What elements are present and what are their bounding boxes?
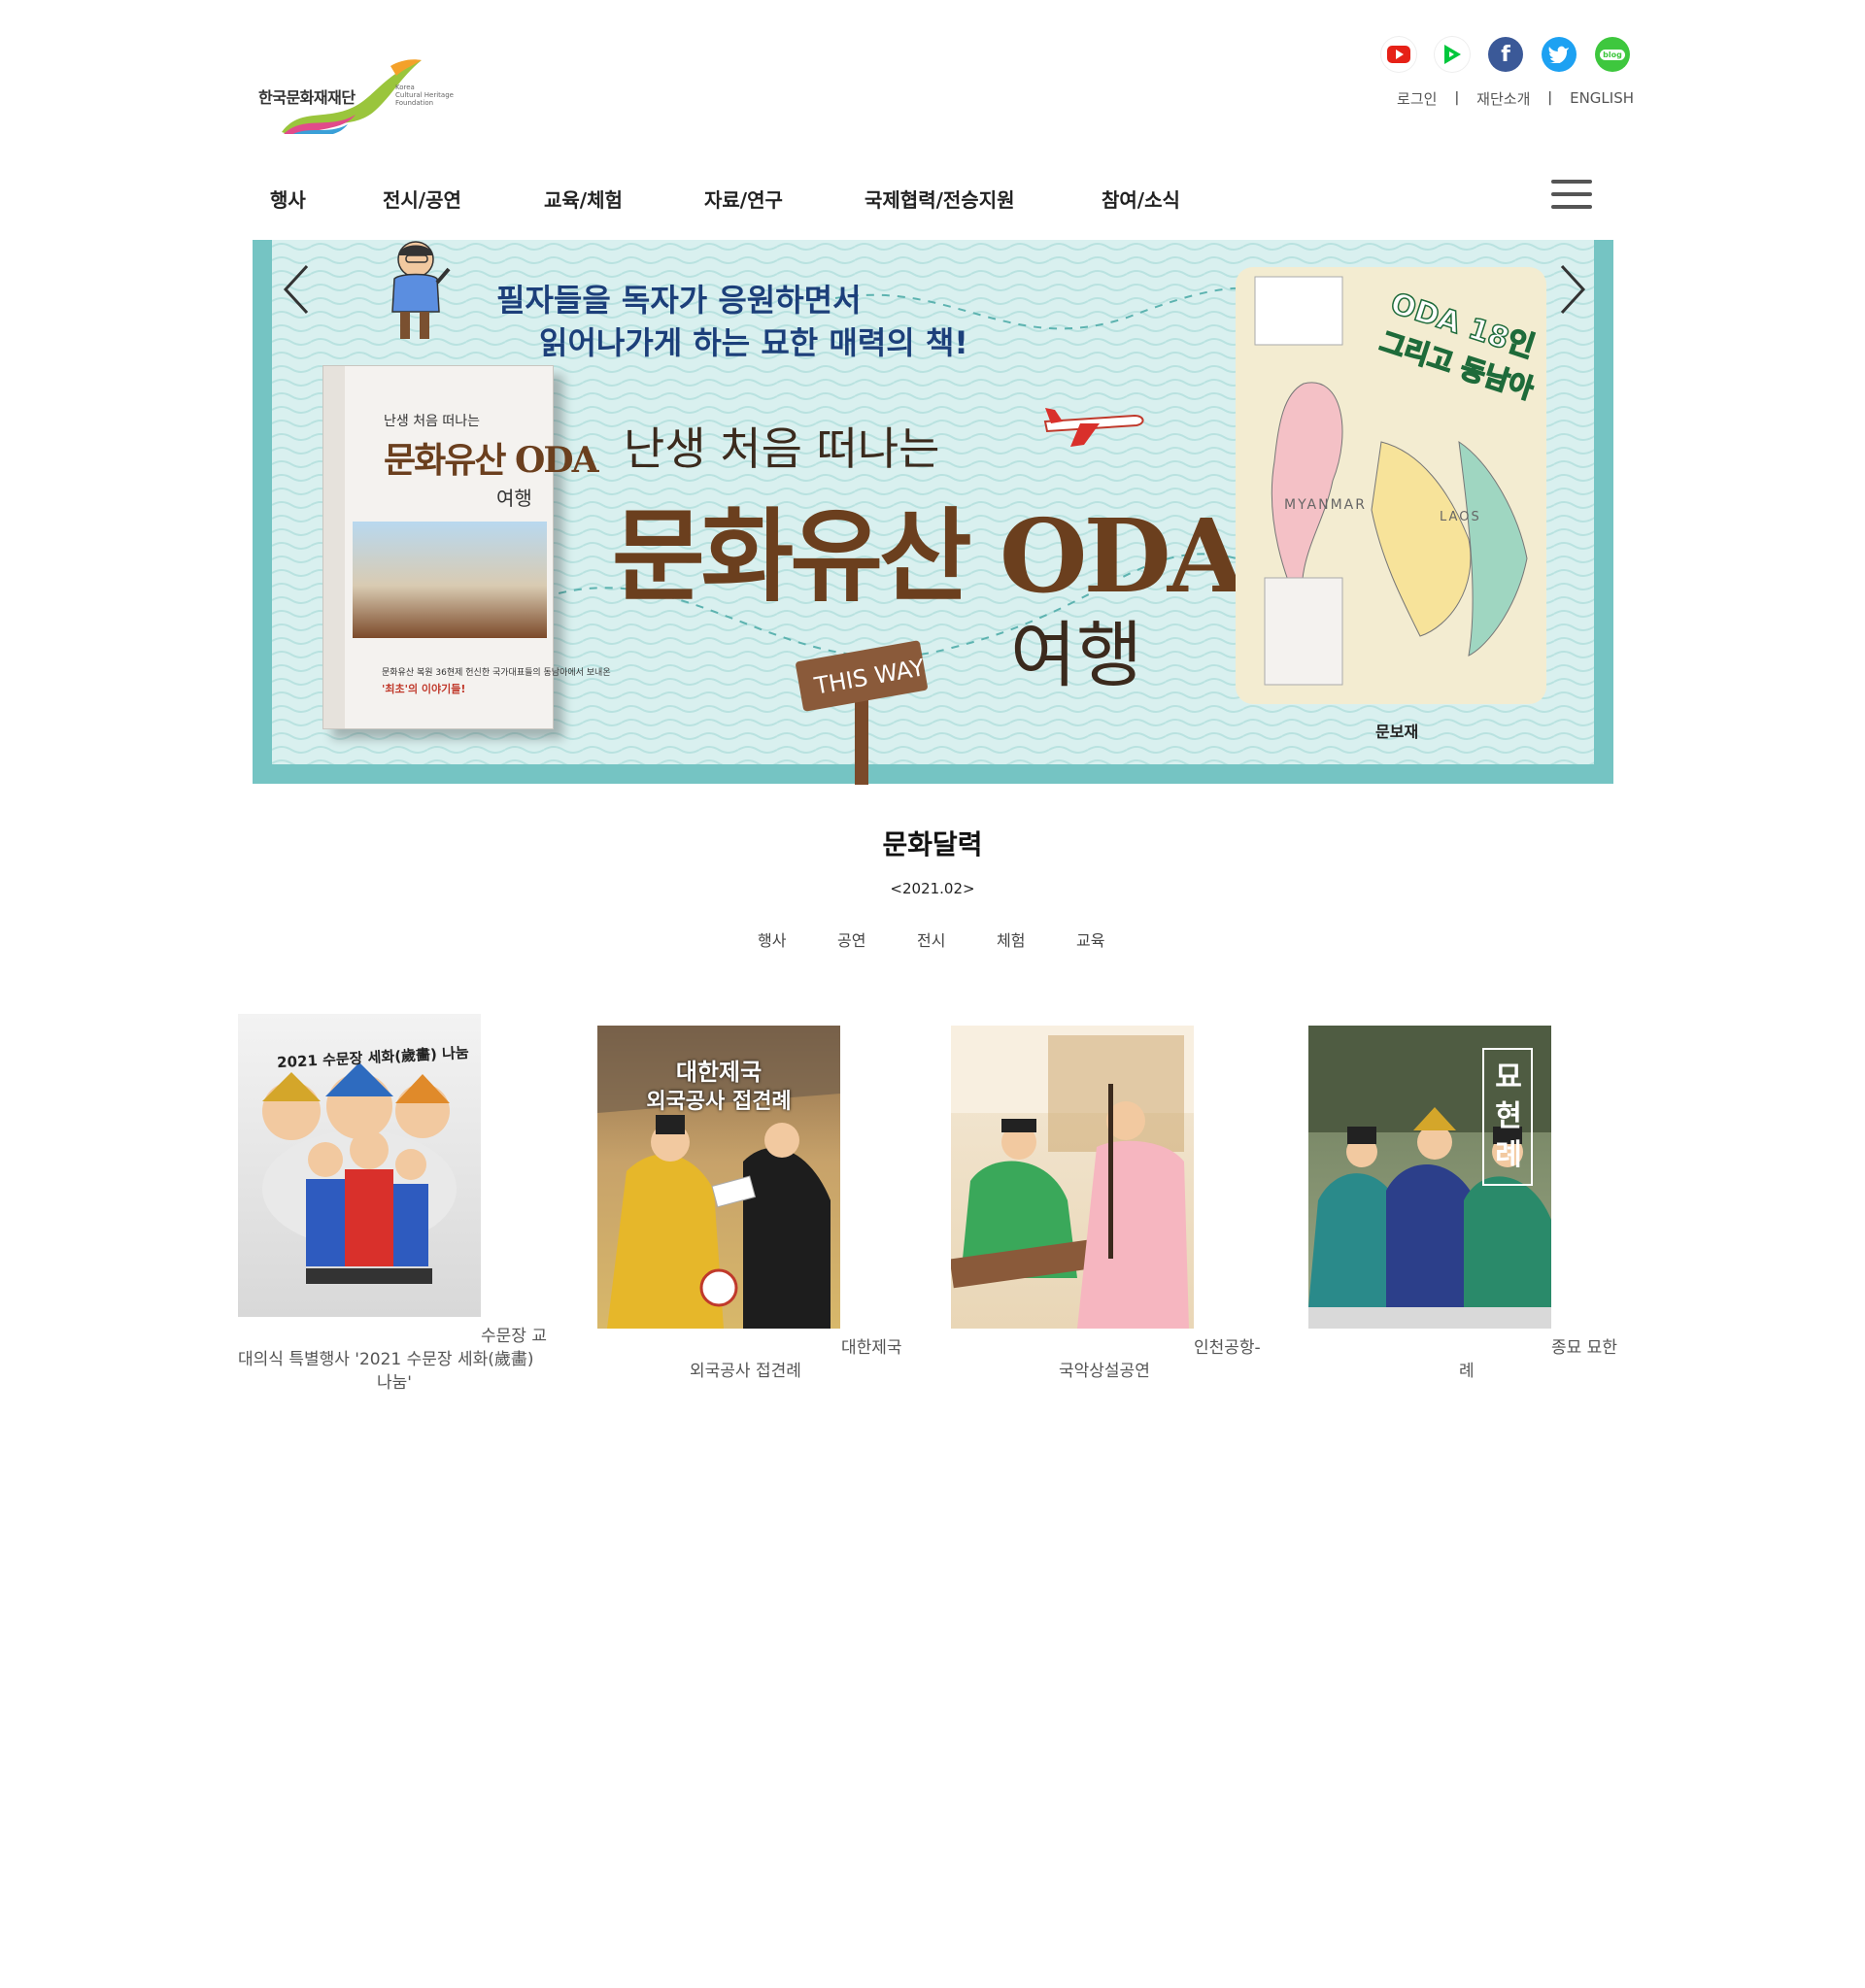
book-temple-image: [353, 522, 547, 638]
nav-item-news[interactable]: 참여/소식: [1102, 185, 1180, 213]
login-link[interactable]: 로그인: [1397, 88, 1437, 109]
event-card-image[interactable]: [951, 1026, 1194, 1329]
menu-icon[interactable]: [1551, 180, 1592, 211]
util-separator: |: [1454, 90, 1460, 106]
banner-tagline-2: 읽어나가게 하는 묘한 매력의 책!: [539, 324, 968, 361]
map-label-laos: LAOS: [1440, 510, 1481, 524]
chevron-right-icon: [1560, 264, 1586, 315]
naver-tv-icon[interactable]: [1435, 37, 1470, 72]
month-prev-button[interactable]: <: [890, 880, 902, 897]
logo-text: 한국문화재재단: [258, 88, 356, 107]
card-caption[interactable]: 외국공사 접견례: [690, 1360, 801, 1383]
tab-experiences[interactable]: 체험: [997, 927, 1025, 951]
chevron-left-icon: [283, 264, 309, 315]
facebook-icon[interactable]: f: [1488, 37, 1523, 72]
banner-tagline-1: 필자들을 독자가 응원하면서: [496, 282, 862, 319]
map-label-myanmar: MYANMAR: [1284, 497, 1367, 513]
card-caption[interactable]: 대한제국: [841, 1336, 902, 1360]
book-subtitle: 난생 처음 떠나는: [384, 414, 481, 429]
banner-prev-arrow[interactable]: [282, 262, 311, 317]
nav-item-education[interactable]: 교육/체험: [544, 185, 623, 213]
calendar-month: <2021.02>: [0, 880, 1865, 897]
english-link[interactable]: ENGLISH: [1570, 89, 1634, 107]
youtube-icon[interactable]: [1381, 37, 1416, 72]
book-cover: 난생 처음 떠나는 문화유산 ODA 여행 문화유산 복원 36현제 헌신한 국…: [322, 365, 611, 729]
card-caption[interactable]: 례: [1459, 1360, 1475, 1383]
book-spine: [323, 366, 345, 728]
airplane-icon: [1041, 402, 1148, 455]
about-link[interactable]: 재단소개: [1476, 88, 1530, 109]
banner-next-arrow[interactable]: [1558, 262, 1587, 317]
event-card-image[interactable]: 대한제국 외국공사 접견례: [597, 1026, 840, 1329]
publisher-logo: 문보재: [1375, 723, 1419, 741]
event-card-image[interactable]: 묘현례: [1308, 1026, 1551, 1329]
book-note: 문화유산 복원 36현제 헌신한 국가대표들의 동남아에서 보내온: [382, 668, 611, 678]
card-caption[interactable]: 국악상설공연: [1059, 1360, 1150, 1383]
social-links: f blog: [1381, 37, 1644, 76]
tab-performances[interactable]: 공연: [837, 927, 865, 951]
logo-sub-line: Cultural Heritage: [395, 91, 454, 99]
logo-sub-line: Korea: [395, 84, 415, 91]
author-character: [381, 240, 458, 351]
banner-title-trip: 여행: [1010, 614, 1143, 697]
event-card-image[interactable]: 2021 수문장 세화(歲畵) 나눔: [238, 1014, 481, 1317]
foundation-logo[interactable]: 한국문화재재단 Korea Cultural Heritage Foundati…: [254, 56, 458, 134]
nav-item-international[interactable]: 국제협력/전승지원: [865, 185, 1015, 213]
utility-links: 로그인 | 재단소개 | ENGLISH: [1397, 87, 1634, 109]
tab-exhibitions[interactable]: 전시: [917, 927, 945, 951]
book-trip: 여행: [496, 487, 532, 510]
card-image-title-1: 대한제국: [675, 1058, 763, 1086]
month-next-button[interactable]: >: [963, 880, 975, 897]
card-caption[interactable]: 종묘 묘한: [1551, 1336, 1617, 1360]
logo-sub-line: Foundation: [395, 99, 434, 107]
banner-title: 문화유산 ODA: [612, 496, 1245, 616]
nav-item-exhibitions[interactable]: 전시/공연: [383, 185, 461, 213]
util-separator: |: [1547, 90, 1553, 106]
card-image-title-2: 외국공사 접견례: [646, 1089, 792, 1114]
blog-icon-label: blog: [1600, 49, 1625, 60]
logo-subtitle: Korea Cultural Heritage Foundation: [395, 84, 454, 107]
book-title: 문화유산 ODA: [384, 440, 599, 481]
card-caption[interactable]: 나눔': [377, 1371, 412, 1395]
twitter-icon[interactable]: [1542, 37, 1577, 72]
book-first-stories: '최초'의 이야기들!: [382, 683, 466, 695]
card-caption[interactable]: 수문장 교: [481, 1325, 547, 1348]
card-caption[interactable]: 대의식 특별행사 '2021 수문장 세화(歲畵): [238, 1348, 534, 1371]
nav-item-research[interactable]: 자료/연구: [704, 185, 783, 213]
card-image-title: 묘현례: [1495, 1061, 1522, 1172]
nav-item-events[interactable]: 행사: [270, 185, 306, 213]
banner-subtitle: 난생 처음 떠나는: [624, 422, 940, 475]
tab-education[interactable]: 교육: [1076, 927, 1104, 951]
gugak-performance-photo: [951, 1026, 1194, 1329]
blog-icon[interactable]: blog: [1595, 37, 1630, 72]
calendar-title: 문화달력: [882, 828, 983, 860]
tab-events[interactable]: 행사: [758, 927, 786, 951]
month-label: 2021.02: [901, 880, 964, 897]
card-caption[interactable]: 인천공항-: [1194, 1336, 1261, 1360]
